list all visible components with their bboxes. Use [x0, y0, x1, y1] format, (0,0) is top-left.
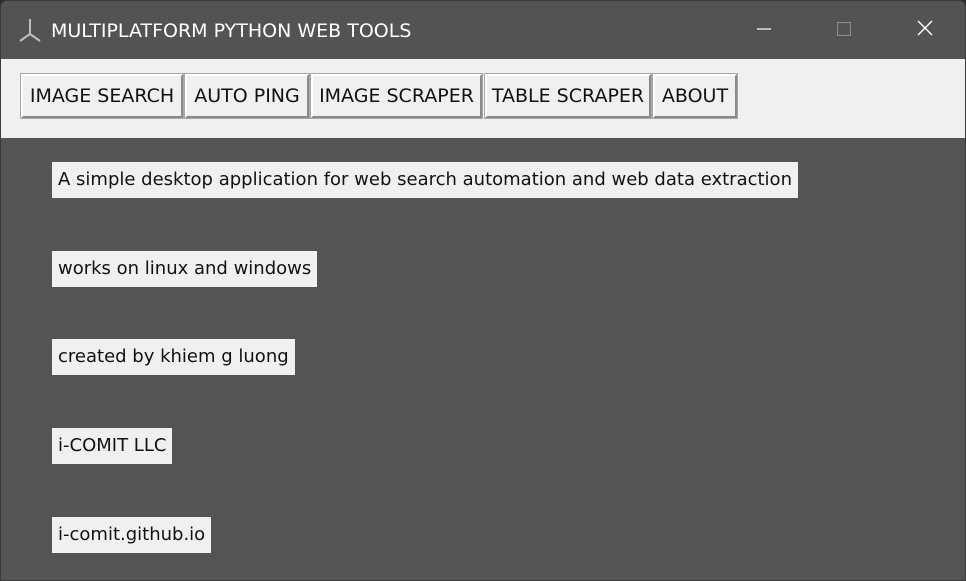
maximize-icon: [836, 21, 852, 40]
auto-ping-button[interactable]: AUTO PING: [184, 73, 310, 119]
platform-label: works on linux and windows: [52, 251, 318, 287]
close-icon: [917, 20, 933, 40]
table-scraper-button[interactable]: TABLE SCRAPER: [484, 73, 652, 119]
app-window: MULTIPLATFORM PYTHON WEB TOOLS IMAGE SEA…: [0, 0, 966, 581]
company-label: i-COMIT LLC: [52, 428, 173, 464]
about-panel: A simple desktop application for web sea…: [1, 138, 965, 580]
author-label: created by khiem g luong: [52, 339, 295, 375]
toolbar: IMAGE SEARCH AUTO PING IMAGE SCRAPER TAB…: [1, 59, 965, 138]
app-description-label: A simple desktop application for web sea…: [52, 162, 798, 198]
about-button[interactable]: ABOUT: [652, 73, 738, 119]
website-label: i-comit.github.io: [52, 517, 212, 553]
close-button[interactable]: [885, 1, 965, 59]
feather-tk-icon: [17, 17, 43, 43]
image-scraper-button[interactable]: IMAGE SCRAPER: [310, 73, 483, 119]
image-search-button[interactable]: IMAGE SEARCH: [20, 73, 184, 119]
title-bar[interactable]: MULTIPLATFORM PYTHON WEB TOOLS: [1, 1, 965, 59]
maximize-button[interactable]: [804, 1, 884, 59]
window-title: MULTIPLATFORM PYTHON WEB TOOLS: [51, 20, 412, 42]
minimize-icon: [757, 21, 771, 40]
minimize-button[interactable]: [724, 1, 804, 59]
